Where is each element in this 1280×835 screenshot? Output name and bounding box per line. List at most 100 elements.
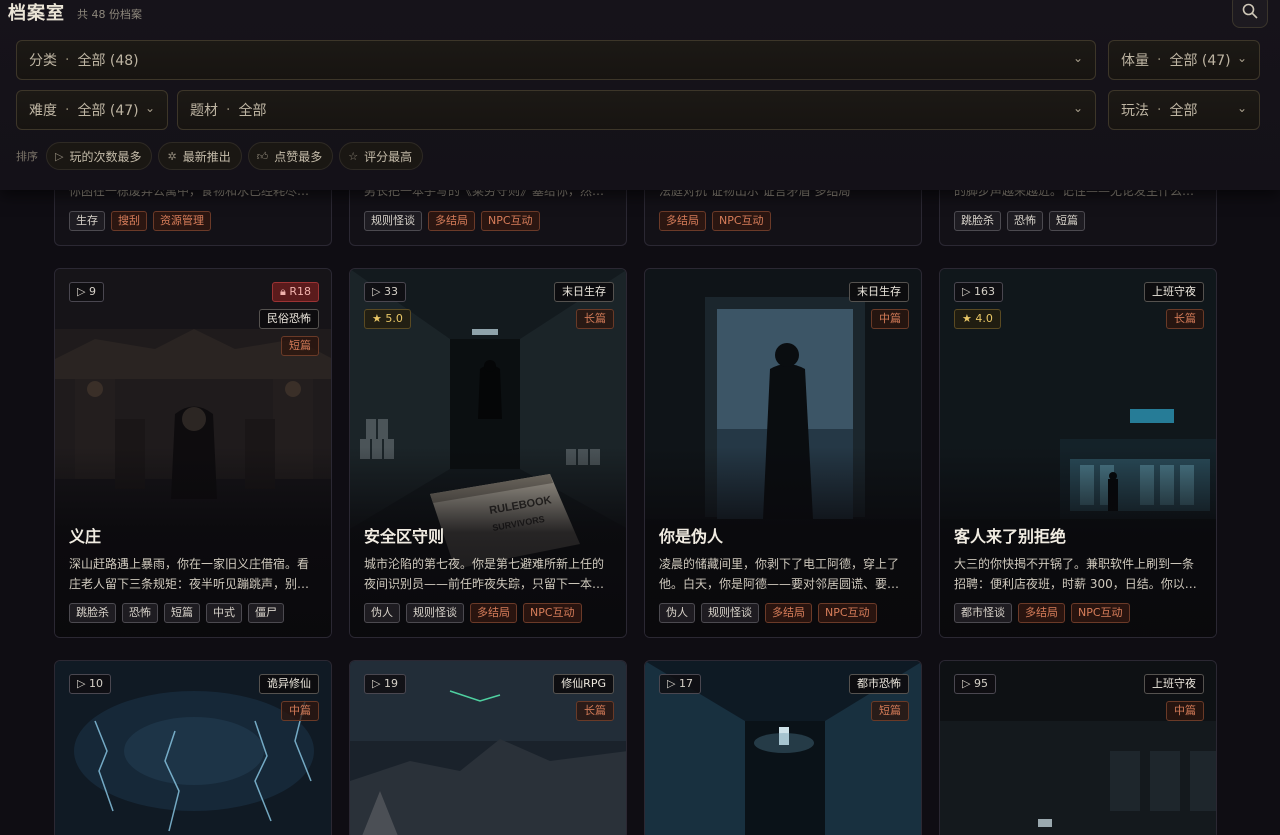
sort-chip-label: 点赞最多: [274, 149, 323, 164]
sparkle-icon: ✲: [167, 149, 177, 163]
length-badge: 长篇: [576, 309, 614, 329]
filter-value: 全部: [238, 103, 267, 119]
tag: 僵尸: [248, 603, 284, 623]
sort-most-played[interactable]: ▷ 玩的次数最多: [46, 142, 153, 170]
story-card[interactable]: 末日生存 中篇 你是伪人 凌晨的储藏间里，你剥下了电工阿德，穿上了他。白天，你是…: [644, 268, 922, 638]
separator-dot: ·: [65, 102, 70, 118]
tag: 中式: [206, 603, 242, 623]
genre-badge: 都市恐怖: [849, 674, 909, 694]
play-count-badge: ▷ 95: [954, 674, 996, 694]
separator-dot: ·: [1157, 102, 1162, 118]
rating-badge: ★ 5.0: [364, 309, 411, 329]
rating-value: 5.0: [385, 312, 403, 325]
genre-badge: 上班守夜: [1144, 282, 1204, 302]
tag-list: 跳脸杀 恐怖 短篇: [954, 211, 1091, 231]
category-filter[interactable]: 分类 · 全部 (48) ⌄: [16, 40, 1096, 80]
story-card[interactable]: RULEBOOK SURVIVORS ▷ 33 ★ 5.0 末日生存 长篇 安全…: [349, 268, 627, 638]
tag: 恐怖: [1007, 211, 1043, 231]
tag: 搜刮: [111, 211, 147, 231]
play-count: 95: [973, 677, 988, 690]
play-icon: ▷: [55, 149, 64, 163]
tag-list: 多结局 NPC互动: [659, 211, 777, 231]
tag-list: 伪人 规则怪谈 多结局 NPC互动: [659, 603, 883, 623]
tag-list: 生存 搜刮 资源管理: [69, 211, 217, 231]
card-title: 你是伪人: [659, 527, 724, 546]
genre-badge: 上班守夜: [1144, 674, 1204, 694]
sort-most-liked[interactable]: 👍︎ 点赞最多: [247, 142, 334, 170]
tag: NPC互动: [1071, 603, 1130, 623]
story-card[interactable]: ▷ 17 都市恐怖 短篇: [644, 660, 922, 835]
star-icon: ★: [962, 312, 972, 325]
play-count: 17: [678, 677, 693, 690]
tag: 跳脸杀: [954, 211, 1001, 231]
filter-label: 分类: [29, 53, 57, 69]
separator-dot: ·: [1157, 52, 1162, 68]
play-count: 10: [88, 677, 103, 690]
tag: 规则怪谈: [701, 603, 759, 623]
separator-dot: ·: [65, 52, 70, 68]
sort-newest[interactable]: ✲ 最新推出: [158, 142, 242, 170]
volume-filter[interactable]: 体量 · 全部 (47) ⌄: [1108, 40, 1260, 80]
genre-badge: 末日生存: [554, 282, 614, 302]
sort-bar: 排序 ▷ 玩的次数最多 ✲ 最新推出 👍︎ 点赞最多 ☆ 评分最高: [16, 141, 429, 171]
tag: 短篇: [164, 603, 200, 623]
length-badge: 长篇: [576, 701, 614, 721]
tag: 跳脸杀: [69, 603, 116, 623]
tag: 资源管理: [153, 211, 211, 231]
gameplay-filter[interactable]: 玩法 · 全部 ⌄: [1108, 90, 1260, 130]
r18-badge: 🔒︎ R18: [272, 282, 319, 302]
chevron-down-icon: ⌄: [1236, 51, 1247, 65]
story-card[interactable]: ▷ 163 ★ 4.0 上班守夜 长篇 客人来了别拒绝 大三的你快揭不开锅了。兼…: [939, 268, 1217, 638]
tag-list: 都市怪谈 多结局 NPC互动: [954, 603, 1136, 623]
filter-value: 全部 (47): [77, 103, 139, 119]
tag: 都市怪谈: [954, 603, 1012, 623]
page-title: 档案室: [8, 3, 65, 24]
story-card[interactable]: ▷ 19 修仙RPG 长篇: [349, 660, 627, 835]
chevron-down-icon: ⌄: [1072, 101, 1083, 115]
card-title: 客人来了别拒绝: [954, 527, 1067, 546]
length-badge: 中篇: [871, 309, 909, 329]
tag: 规则怪谈: [364, 211, 422, 231]
tag: 多结局: [428, 211, 475, 231]
play-count: 33: [383, 285, 398, 298]
play-count: 163: [973, 285, 995, 298]
tag: NPC互动: [523, 603, 582, 623]
play-count: 19: [383, 677, 398, 690]
length-badge: 中篇: [281, 701, 319, 721]
story-card[interactable]: ▷ 10 诡异修仙 中篇: [54, 660, 332, 835]
tag: 生存: [69, 211, 105, 231]
theme-filter[interactable]: 题材 · 全部 ⌄: [177, 90, 1096, 130]
play-count: 9: [88, 285, 96, 298]
filter-label: 题材: [190, 103, 218, 119]
sort-top-rated[interactable]: ☆ 评分最高: [339, 142, 424, 170]
age-rating: R18: [289, 285, 311, 298]
tag: 伪人: [364, 603, 400, 623]
separator-dot: ·: [226, 102, 231, 118]
card-description: 城市沦陷的第七夜。你是第七避难所新上任的夜间识别员——前任昨夜失踪，只留下一本…: [364, 557, 605, 591]
story-card[interactable]: ▷ 9 🔒︎ R18 民俗恐怖 短篇 义庄 深山赶路遇上暴雨，你在一家旧义庄借宿…: [54, 268, 332, 638]
card-description: 大三的你快揭不开锅了。兼职软件上刷到一条招聘：便利店夜班，时薪 300，日结。你…: [954, 557, 1197, 591]
card-description: 深山赶路遇上暴雨，你在一家旧义庄借宿。看庄老人留下三条规矩：夜半听见蹦跳声，别…: [69, 557, 310, 591]
difficulty-filter[interactable]: 难度 · 全部 (47) ⌄: [16, 90, 168, 130]
play-count-badge: ▷ 10: [69, 674, 111, 694]
star-icon: ★: [372, 312, 382, 325]
length-badge: 短篇: [871, 701, 909, 721]
tag: NPC互动: [818, 603, 877, 623]
play-count-badge: ▷ 163: [954, 282, 1003, 302]
filter-value: 全部: [1169, 103, 1198, 119]
chevron-down-icon: ⌄: [1236, 101, 1247, 115]
sort-chip-label: 最新推出: [182, 149, 231, 164]
sort-chip-label: 玩的次数最多: [69, 149, 142, 164]
tag: 恐怖: [122, 603, 158, 623]
tag: NPC互动: [481, 211, 540, 231]
tag-list: 跳脸杀 恐怖 短篇 中式 僵尸: [69, 603, 290, 623]
search-button[interactable]: [1232, 0, 1268, 28]
story-card[interactable]: ▷ 95 上班守夜 中篇: [939, 660, 1217, 835]
filter-value: 全部 (47): [1169, 53, 1231, 69]
genre-badge: 修仙RPG: [553, 674, 614, 694]
search-icon: [1242, 3, 1258, 19]
genre-badge: 民俗恐怖: [259, 309, 319, 329]
length-badge: 短篇: [281, 336, 319, 356]
filter-value: 全部 (48): [77, 53, 139, 69]
tag: 多结局: [659, 211, 706, 231]
